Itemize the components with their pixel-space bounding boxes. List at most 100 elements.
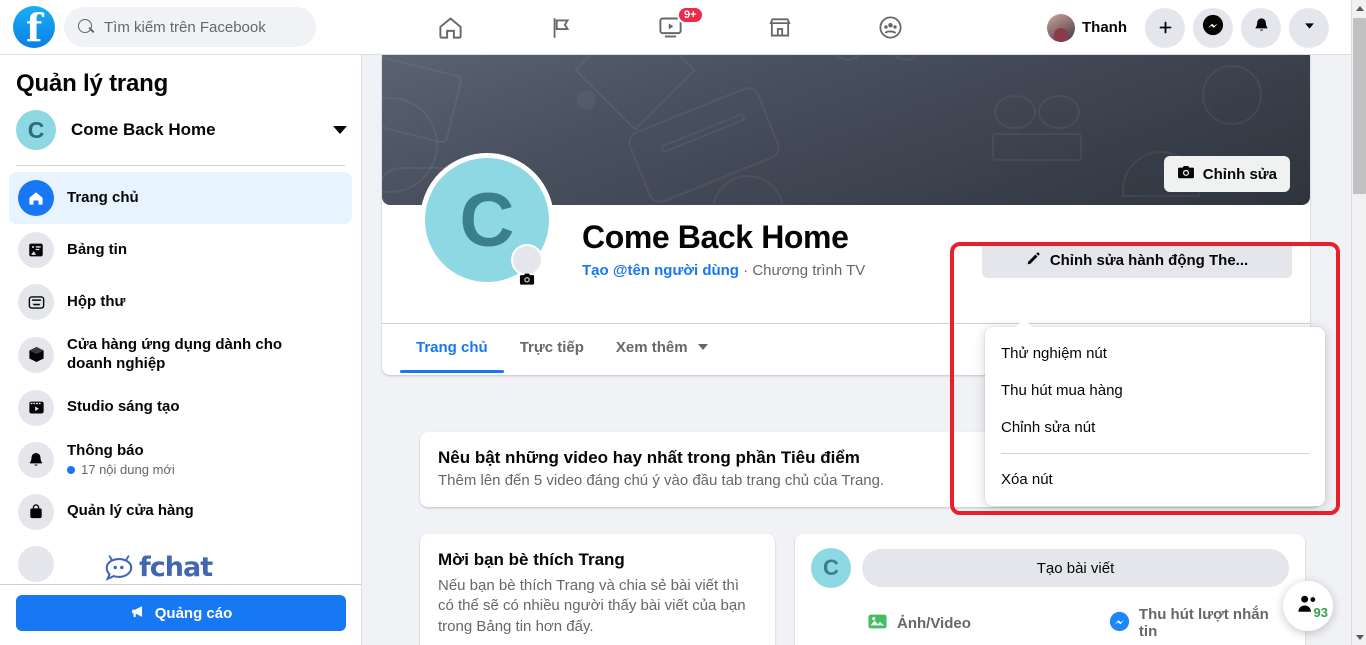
page-avatar-camera-button[interactable] (511, 244, 543, 285)
camera-icon (1177, 164, 1195, 184)
sidebar-ads-button[interactable]: Quảng cáo (16, 595, 346, 631)
profile-name: Thanh (1082, 19, 1127, 36)
menu-item-delete-button[interactable]: Xóa nút (985, 461, 1325, 498)
create-post-input[interactable]: Tạo bài viết (862, 549, 1289, 587)
sidebar-footer: Quảng cáo (0, 584, 361, 645)
sidebar-item-label: Hộp thư (67, 292, 126, 310)
pencil-icon (1026, 251, 1041, 270)
edit-action-button[interactable]: Chỉnh sửa hành động The... (982, 242, 1292, 278)
sidebar-item-inbox[interactable]: Hộp thư (9, 276, 352, 328)
account-menu-button[interactable] (1289, 7, 1329, 48)
create-post-card: C Tạo bài viết Ảnh/Video Thu hút lượt nh… (795, 534, 1305, 645)
search-input[interactable] (104, 18, 299, 36)
marketplace-icon (767, 15, 793, 41)
nav-groups-button[interactable] (835, 0, 945, 55)
sidebar-item-label: Bảng tin (67, 240, 127, 258)
tab-truc-tiep[interactable]: Trực tiếp (504, 324, 600, 373)
nav-shortcuts: 9+ (395, 0, 945, 55)
camera-icon (519, 217, 535, 304)
chevron-down-icon (333, 126, 347, 134)
sidebar-page-avatar: C (16, 110, 56, 150)
top-navigation-bar: f Tìm kiếm trên Facebook 9+ Thanh (0, 0, 1351, 55)
photo-video-icon (867, 612, 888, 635)
nav-pages-button[interactable] (505, 0, 615, 55)
sidebar-item-label: Quản lý cửa hàng (67, 502, 194, 520)
scroll-up-arrow[interactable] (1352, 0, 1366, 16)
invite-friends-card: Mời bạn bè thích Trang Nếu bạn bè thích … (420, 534, 775, 645)
flag-page-icon (547, 15, 573, 41)
page-subtitle: Tạo @tên người dùng · Chương trình TV (582, 262, 865, 279)
sidebar-ads-label: Quảng cáo (154, 604, 233, 622)
tab-label: Xem thêm (615, 339, 688, 356)
sidebar-item-label: Studio sáng tạo (67, 398, 180, 416)
search-icon (78, 18, 95, 36)
create-plus-button[interactable] (1145, 7, 1185, 48)
photo-video-label: Ảnh/Video (897, 614, 971, 632)
page-identity-row: C Come Back Home Tạo @tên người dùng · C… (382, 153, 1310, 323)
sidebar-divider (16, 165, 345, 166)
top-right-actions: Thanh (1043, 0, 1329, 55)
scrollbar-thumb[interactable] (1353, 18, 1366, 194)
fchat-wordmark: fchat (139, 552, 213, 583)
sidebar-item-label: Cửa hàng ứng dụng dành cho doanh nghiệp (67, 336, 283, 372)
photo-video-button[interactable]: Ảnh/Video (857, 600, 981, 645)
meta-separator: · (743, 262, 749, 279)
menu-item-test-button[interactable]: Thử nghiệm nút (985, 335, 1325, 372)
tab-xem-them[interactable]: Xem thêm (600, 324, 724, 373)
sidebar-item-home[interactable]: Trang chủ (9, 172, 352, 224)
menu-item-edit-button[interactable]: Chỉnh sửa nút (985, 409, 1325, 446)
dropdown-separator (1001, 453, 1309, 454)
composer-row: C Tạo bài viết (811, 548, 1289, 588)
nav-marketplace-button[interactable] (725, 0, 835, 55)
messenger-icon (1109, 611, 1130, 636)
page-avatar[interactable]: C (420, 153, 554, 287)
sidebar-item-business-app-store[interactable]: Cửa hàng ứng dụng dành cho doanh nghiệp (9, 328, 352, 382)
nav-home-button[interactable] (395, 0, 505, 55)
edit-action-dropdown-menu: Thử nghiệm nút Thu hút mua hàng Chỉnh sử… (985, 319, 1325, 506)
inbox-icon (18, 284, 54, 320)
sidebar-item-creator-studio[interactable]: Studio sáng tạo (9, 382, 352, 434)
tab-label: Trang chủ (416, 339, 488, 356)
page-action-area: Chỉnh sửa hành động The... (982, 242, 1292, 278)
menu-item-drive-purchases[interactable]: Thu hút mua hàng (985, 372, 1325, 409)
home-icon (437, 14, 464, 41)
sidebar-item-notifications[interactable]: Thông báo 17 nội dung mới (9, 434, 352, 486)
bell-icon (18, 441, 54, 478)
composer-avatar: C (811, 548, 851, 588)
sidebar-page-switcher[interactable]: C Come Back Home (0, 104, 361, 156)
unread-dot-icon (67, 465, 75, 474)
invite-card-title: Mời bạn bè thích Trang (438, 550, 625, 569)
create-username-link[interactable]: Tạo @tên người dùng (582, 262, 739, 279)
scroll-down-arrow[interactable] (1352, 629, 1366, 645)
sidebar-title: Quản lý trang (16, 70, 169, 97)
visitor-count: 93 (1313, 605, 1328, 620)
window-scrollbar[interactable] (1351, 0, 1366, 645)
search-box[interactable] (64, 7, 316, 47)
composer-actions: Ảnh/Video Thu hút lượt nhắn tin (811, 600, 1289, 645)
chevron-down-icon (1302, 18, 1317, 38)
nav-watch-button[interactable]: 9+ (615, 0, 725, 55)
notifications-button[interactable] (1241, 7, 1281, 48)
tab-trang-chu[interactable]: Trang chủ (400, 324, 504, 373)
page-manage-sidebar: Quản lý trang C Come Back Home Trang chủ (0, 55, 362, 645)
cover-edit-button[interactable]: Chỉnh sửa (1163, 156, 1290, 192)
avatar (1047, 13, 1075, 42)
groups-icon (877, 14, 904, 41)
facebook-logo[interactable]: f (13, 6, 55, 48)
chevron-down-icon (697, 344, 708, 350)
edit-action-label: Chỉnh sửa hành động The... (1049, 251, 1249, 269)
profile-chip[interactable]: Thanh (1043, 10, 1137, 46)
page-root: f Tìm kiếm trên Facebook 9+ Thanh Quản l… (0, 0, 1366, 645)
sidebar-page-name: Come Back Home (71, 120, 216, 139)
sidebar-item-newsfeed[interactable]: Bảng tin (9, 224, 352, 276)
bell-icon (1252, 16, 1271, 40)
app-store-box-icon (18, 336, 54, 373)
get-messages-button[interactable]: Thu hút lượt nhắn tin (1099, 600, 1289, 645)
sidebar-item-label: Thông báo (67, 441, 144, 459)
sidebar-item-sublabel: 17 nội dung mới (67, 462, 175, 477)
page-visitors-fab[interactable]: 93 (1283, 581, 1333, 631)
sidebar-item-shop-manager[interactable]: Quản lý cửa hàng (9, 486, 352, 538)
sidebar-item-label: Trang chủ (67, 188, 139, 206)
create-post-placeholder: Tạo bài viết (1036, 559, 1115, 577)
messenger-button[interactable] (1193, 7, 1233, 48)
